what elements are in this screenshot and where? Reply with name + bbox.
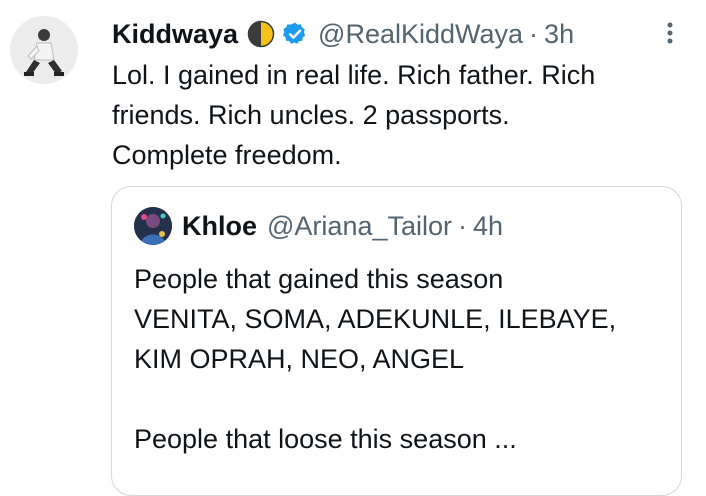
quoted-author-display-name[interactable]: Khloe xyxy=(182,211,257,242)
author-display-name[interactable]: Kiddwaya xyxy=(112,19,238,50)
quoted-text-line xyxy=(134,379,674,419)
quoted-tweet-timestamp[interactable]: 4h xyxy=(473,211,503,242)
quoted-text-line: VENITA, SOMA, ADEKUNLE, ILEBAYE, xyxy=(134,304,617,334)
tweet-card[interactable]: Kiddwaya @RealKiddWaya · 3h Lol. I gaine… xyxy=(0,0,706,496)
tweet-header: Kiddwaya @RealKiddWaya · 3h xyxy=(112,14,574,54)
author-avatar[interactable] xyxy=(10,16,78,84)
quoted-text-line: People that loose this season ... xyxy=(134,424,517,454)
quoted-author-avatar[interactable] xyxy=(134,207,172,245)
more-vertical-icon[interactable] xyxy=(662,20,678,50)
verified-badge-icon xyxy=(282,21,308,47)
quoted-text-line: KIM OPRAH, NEO, ANGEL xyxy=(134,344,465,374)
header-separator: · xyxy=(529,18,539,49)
quoted-header-separator: · xyxy=(458,210,468,241)
quoted-tweet[interactable]: Khloe @Ariana_Tailor · 4h People that ga… xyxy=(111,186,682,496)
half-moon-icon xyxy=(246,19,276,49)
author-handle[interactable]: @RealKiddWaya xyxy=(318,19,523,50)
quoted-author-handle[interactable]: @Ariana_Tailor xyxy=(267,211,452,242)
tweet-text: Lol. I gained in real life. Rich father.… xyxy=(112,60,596,170)
quoted-tweet-header: Khloe @Ariana_Tailor · 4h xyxy=(134,205,503,247)
tweet-timestamp[interactable]: 3h xyxy=(544,19,574,50)
quoted-text-line: People that gained this season xyxy=(134,264,504,294)
quoted-tweet-text: People that gained this season VENITA, S… xyxy=(134,259,674,459)
